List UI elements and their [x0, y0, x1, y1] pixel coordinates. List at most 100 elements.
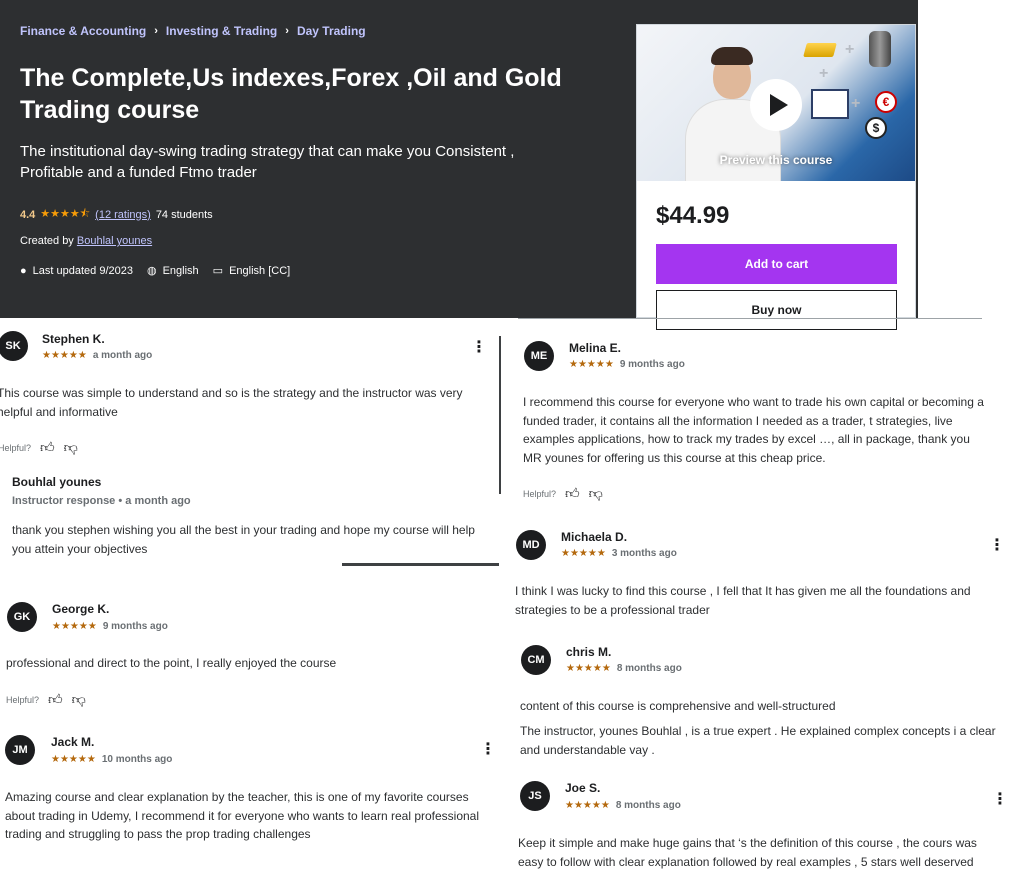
thumbs-down-icon[interactable]: 👎︎	[589, 485, 603, 502]
play-icon[interactable]	[750, 79, 802, 131]
chevron-right-icon: ›	[154, 25, 158, 37]
created-by-label: Created by	[20, 235, 74, 247]
review-stars: ★★★★★ 8 months ago	[566, 663, 682, 674]
thumbs-down-icon[interactable]: 👎︎	[64, 439, 78, 456]
alert-icon: ●	[20, 264, 27, 277]
instructor-response-meta: Instructor response • a month ago	[12, 495, 191, 507]
review-date: 8 months ago	[616, 663, 682, 674]
preview-label: Preview this course	[719, 153, 833, 167]
instructor-hair	[711, 47, 753, 65]
star-rating-icon: ★★★★★	[569, 359, 614, 370]
review-date: 8 months ago	[615, 800, 681, 811]
dollar-icon: $	[865, 117, 887, 139]
reviewer-name: Melina E.	[569, 341, 622, 355]
review-stars: ★★★★★ 8 months ago	[565, 800, 681, 811]
more-options-icon[interactable]: ⋮	[471, 340, 487, 356]
review-text: professional and direct to the point, I …	[6, 656, 337, 670]
review-stars: ★★★★★ 9 months ago	[569, 359, 685, 370]
plus-icon: +	[851, 95, 861, 112]
helpful-row: Helpful? 👍︎ 👎︎	[0, 439, 78, 456]
review-text: The instructor, younes Bouhlal , is a tr…	[520, 724, 996, 757]
thumbs-up-icon[interactable]: 👍︎	[48, 691, 63, 708]
reviewer-name: George K.	[52, 602, 110, 616]
more-options-icon[interactable]: ⋮	[992, 792, 1008, 808]
thumbs-up-icon[interactable]: 👍︎	[565, 485, 580, 502]
helpful-label: Helpful?	[6, 694, 40, 705]
purchase-card: + + + € $ Preview this course $44.99 Add…	[636, 24, 916, 330]
review-text: I think I was lucky to find this course …	[515, 584, 971, 617]
captions: English [CC]	[229, 264, 291, 277]
thumbs-down-icon[interactable]: 👎︎	[72, 691, 86, 708]
star-rating-icon: ★★★★★	[52, 621, 97, 632]
students-count: 74 students	[155, 208, 213, 221]
review-text: I recommend this course for everyone who…	[523, 395, 984, 465]
buy-now-button[interactable]: Buy now	[656, 290, 897, 330]
review-text: This course was simple to understand and…	[0, 386, 463, 419]
euro-icon: €	[875, 91, 897, 113]
review-date: 3 months ago	[611, 548, 677, 559]
reviewer-name: Michaela D.	[561, 530, 628, 544]
star-rating-icon: ★★★★⯪	[40, 208, 91, 220]
instructor-response-text: thank you stephen wishing you all the be…	[12, 523, 475, 556]
review-date: 9 months ago	[619, 359, 685, 370]
avatar: MD	[516, 530, 546, 560]
rating-value: 4.4	[20, 208, 36, 221]
globe-icon: ◍	[146, 265, 157, 277]
helpful-label: Helpful?	[523, 488, 557, 499]
more-options-icon[interactable]: ⋮	[989, 538, 1005, 554]
star-rating-icon: ★★★★★	[42, 350, 87, 361]
captions-icon: ▭	[212, 265, 224, 277]
star-rating-icon: ★★★★★	[51, 754, 96, 765]
breadcrumb-item[interactable]: Finance & Accounting	[20, 24, 146, 38]
instructor-link[interactable]: Bouhlal younes	[77, 235, 152, 247]
ratings-link[interactable]: (12 ratings)	[95, 209, 151, 221]
divider	[499, 336, 501, 494]
star-rating-icon: ★★★★★	[565, 800, 610, 811]
helpful-label: Helpful?	[0, 442, 32, 453]
page-title: The Complete,Us indexes,Forex ,Oil and G…	[20, 64, 562, 124]
review-stars: ★★★★★ 3 months ago	[561, 548, 677, 559]
gold-bars-icon	[803, 43, 837, 57]
course-subtitle: The institutional day-swing trading stra…	[20, 143, 515, 181]
course-meta: ● Last updated 9/2023 ◍ English ▭ English […	[20, 264, 291, 278]
star-rating-icon: ★★★★★	[561, 548, 606, 559]
avatar: JS	[520, 781, 550, 811]
reviewer-name: Joe S.	[565, 781, 601, 795]
star-rating-icon: ★★★★★	[566, 663, 611, 674]
breadcrumb-item[interactable]: Day Trading	[297, 24, 366, 38]
divider	[342, 563, 499, 566]
breadcrumb-item[interactable]: Investing & Trading	[166, 24, 277, 38]
chart-icon	[811, 89, 849, 119]
rating-summary: 4.4 ★★★★⯪ (12 ratings) 74 students	[20, 205, 213, 224]
instructor-response-name: Bouhlal younes	[12, 475, 102, 489]
avatar: ME	[524, 341, 554, 371]
add-to-cart-button[interactable]: Add to cart	[656, 244, 897, 284]
last-updated: Last updated 9/2023	[32, 264, 133, 277]
divider	[518, 318, 982, 319]
review-text: Keep it simple and make huge gains that …	[518, 836, 977, 869]
avatar: CM	[521, 645, 551, 675]
breadcrumb: Finance & Accounting › Investing & Tradi…	[20, 24, 366, 38]
thumbs-up-icon[interactable]: 👍︎	[40, 439, 55, 456]
reviewer-name: chris M.	[566, 645, 612, 659]
helpful-row: Helpful? 👍︎ 👎︎	[523, 485, 603, 502]
avatar: GK	[7, 602, 37, 632]
language: English	[162, 264, 199, 277]
chevron-right-icon: ›	[285, 25, 289, 37]
oil-barrel-icon	[869, 31, 891, 67]
reviewer-name: Jack M.	[51, 735, 95, 749]
review-text: content of this course is comprehensive …	[520, 699, 836, 713]
plus-icon: +	[845, 41, 855, 58]
review-stars: ★★★★★ 10 months ago	[51, 754, 172, 765]
price: $44.99	[656, 202, 730, 229]
created-by: Created by Bouhlal younes	[20, 235, 152, 247]
review-date: a month ago	[92, 350, 153, 361]
review-stars: ★★★★★ 9 months ago	[52, 621, 168, 632]
plus-icon: +	[819, 65, 829, 82]
course-preview[interactable]: + + + € $ Preview this course	[637, 25, 915, 181]
review-date: 10 months ago	[101, 754, 173, 765]
avatar: SK	[0, 331, 28, 361]
review-date: 9 months ago	[102, 621, 168, 632]
more-options-icon[interactable]: ⋮	[480, 742, 496, 758]
review-text: Amazing course and clear explanation by …	[5, 790, 480, 841]
